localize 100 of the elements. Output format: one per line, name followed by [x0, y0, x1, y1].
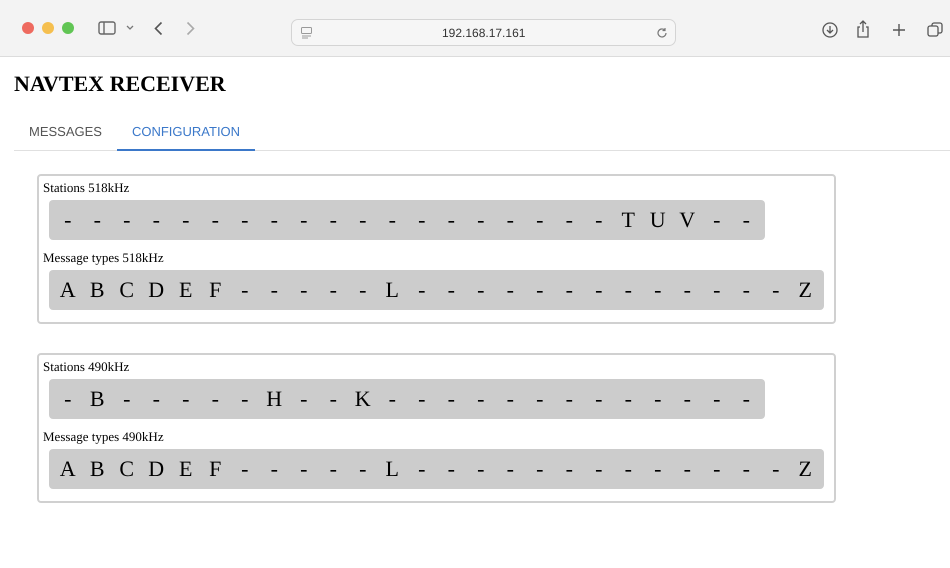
letter-toggle[interactable]: D	[142, 456, 171, 482]
tabs-overview-icon[interactable]	[927, 22, 943, 38]
reload-icon[interactable]	[656, 26, 668, 38]
letter-toggle[interactable]: T	[614, 207, 643, 233]
letter-toggle[interactable]: -	[584, 207, 614, 233]
letter-toggle[interactable]: -	[525, 277, 554, 303]
letter-toggle[interactable]: -	[289, 207, 318, 233]
close-window-icon[interactable]	[22, 22, 34, 34]
letter-toggle[interactable]: B	[82, 456, 112, 482]
letter-toggle[interactable]: -	[142, 386, 171, 412]
letter-toggle[interactable]: -	[584, 456, 614, 482]
plus-icon[interactable]	[892, 23, 906, 37]
letter-toggle[interactable]: -	[348, 456, 378, 482]
letter-toggle[interactable]: H	[260, 386, 289, 412]
letter-toggle[interactable]: F	[200, 456, 230, 482]
letter-toggle[interactable]: -	[732, 277, 761, 303]
sidebar-icon[interactable]	[98, 21, 116, 35]
letter-toggle[interactable]: -	[289, 386, 318, 412]
letter-toggle[interactable]: -	[171, 386, 200, 412]
letter-toggle[interactable]: -	[436, 456, 466, 482]
letter-toggle[interactable]: -	[702, 277, 732, 303]
letter-toggle[interactable]: Z	[790, 456, 820, 482]
letter-toggle[interactable]: F	[200, 277, 230, 303]
letter-toggle[interactable]: -	[378, 207, 407, 233]
letter-toggle[interactable]: -	[672, 456, 702, 482]
letter-toggle[interactable]: -	[230, 277, 260, 303]
letter-toggle[interactable]: -	[672, 277, 702, 303]
letter-toggle[interactable]: -	[702, 456, 732, 482]
letter-toggle[interactable]: -	[761, 456, 790, 482]
letter-toggle[interactable]: E	[171, 456, 200, 482]
letter-toggle[interactable]: -	[348, 207, 378, 233]
letter-toggle[interactable]: L	[378, 456, 407, 482]
letter-toggle[interactable]: -	[230, 386, 260, 412]
letter-toggle[interactable]: A	[53, 456, 82, 482]
letter-toggle[interactable]: -	[112, 386, 142, 412]
share-icon[interactable]	[856, 20, 870, 38]
letter-toggle[interactable]: -	[260, 277, 289, 303]
letter-toggle[interactable]: -	[732, 456, 761, 482]
letter-toggle[interactable]: -	[318, 277, 348, 303]
letter-toggle[interactable]: -	[53, 207, 82, 233]
letter-toggle[interactable]: -	[614, 456, 643, 482]
letter-toggle[interactable]: -	[466, 386, 496, 412]
letter-toggle[interactable]: -	[702, 386, 732, 412]
letter-toggle[interactable]: -	[407, 386, 436, 412]
letter-toggle[interactable]: -	[614, 386, 643, 412]
letter-toggle[interactable]: -	[230, 207, 260, 233]
letter-toggle[interactable]: -	[260, 456, 289, 482]
letter-toggle[interactable]: -	[82, 207, 112, 233]
letter-toggle[interactable]: Z	[790, 277, 820, 303]
letter-toggle[interactable]: C	[112, 456, 142, 482]
letter-toggle[interactable]: -	[584, 277, 614, 303]
letter-toggle[interactable]: V	[672, 207, 702, 233]
letter-toggle[interactable]: -	[318, 386, 348, 412]
letter-toggle[interactable]: -	[171, 207, 200, 233]
letter-toggle[interactable]: -	[142, 207, 171, 233]
letter-toggle[interactable]: -	[672, 386, 702, 412]
letter-toggle[interactable]: -	[496, 277, 525, 303]
letter-toggle[interactable]: -	[554, 386, 584, 412]
letter-toggle[interactable]: -	[643, 456, 672, 482]
letter-toggle[interactable]: -	[53, 386, 82, 412]
letter-toggle[interactable]: -	[525, 456, 554, 482]
letter-toggle[interactable]: -	[554, 456, 584, 482]
letter-toggle[interactable]: -	[436, 277, 466, 303]
letter-toggle[interactable]: -	[466, 207, 496, 233]
letter-toggle[interactable]: -	[112, 207, 142, 233]
letter-toggle[interactable]: -	[466, 456, 496, 482]
letter-toggle[interactable]: -	[260, 207, 289, 233]
letter-toggle[interactable]: -	[496, 456, 525, 482]
letter-toggle[interactable]: -	[436, 386, 466, 412]
letter-toggle[interactable]: L	[378, 277, 407, 303]
letter-toggle[interactable]: -	[407, 456, 436, 482]
letter-toggle[interactable]: C	[112, 277, 142, 303]
letter-toggle[interactable]: -	[230, 456, 260, 482]
letter-toggle[interactable]: B	[82, 386, 112, 412]
letter-toggle[interactable]: -	[732, 207, 761, 233]
tab[interactable]: MESSAGES	[14, 114, 117, 151]
letter-toggle[interactable]: -	[289, 456, 318, 482]
letter-toggle[interactable]: -	[732, 386, 761, 412]
letter-toggle[interactable]: E	[171, 277, 200, 303]
letter-toggle[interactable]: -	[702, 207, 732, 233]
letter-toggle[interactable]: K	[348, 386, 378, 412]
letter-toggle[interactable]: -	[289, 277, 318, 303]
letter-toggle[interactable]: -	[436, 207, 466, 233]
letter-toggle[interactable]: -	[761, 277, 790, 303]
letter-toggle[interactable]: -	[496, 386, 525, 412]
letter-toggle[interactable]: -	[200, 386, 230, 412]
letter-toggle[interactable]: -	[643, 386, 672, 412]
address-bar[interactable]: 192.168.17.161	[291, 19, 676, 46]
letter-toggle[interactable]: U	[643, 207, 672, 233]
letter-toggle[interactable]: -	[525, 386, 554, 412]
letter-toggle[interactable]: -	[466, 277, 496, 303]
letter-toggle[interactable]: -	[318, 207, 348, 233]
letter-toggle[interactable]: -	[200, 207, 230, 233]
letter-toggle[interactable]: -	[407, 207, 436, 233]
letter-toggle[interactable]: A	[53, 277, 82, 303]
tab[interactable]: CONFIGURATION	[116, 114, 256, 151]
letter-toggle[interactable]: B	[82, 277, 112, 303]
letter-toggle[interactable]: -	[348, 277, 378, 303]
download-icon[interactable]	[822, 22, 838, 38]
chevron-down-icon[interactable]	[126, 25, 134, 31]
